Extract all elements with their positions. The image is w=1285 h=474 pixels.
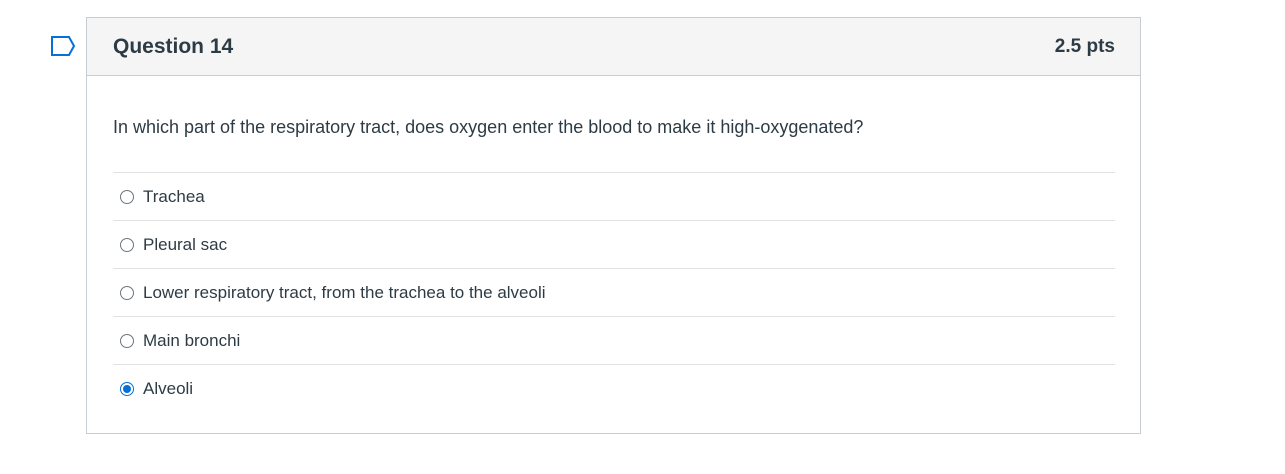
answer-label[interactable]: Lower respiratory tract, from the trache…: [143, 283, 546, 303]
question-text: In which part of the respiratory tract, …: [113, 117, 864, 137]
radio-button[interactable]: [120, 333, 134, 348]
radio-button[interactable]: [120, 381, 134, 396]
answer-label[interactable]: Pleural sac: [143, 235, 227, 255]
answer-option[interactable]: Pleural sac: [113, 220, 1115, 268]
question-points: 2.5 pts: [1054, 35, 1115, 57]
question-header: Question 14 2.5 pts: [87, 18, 1140, 76]
answer-option[interactable]: Main bronchi: [113, 316, 1115, 364]
quiz-page: Question 14 2.5 pts In which part of the…: [0, 0, 1285, 474]
flag-question-icon[interactable]: [50, 35, 76, 57]
answer-option[interactable]: Lower respiratory tract, from the trache…: [113, 268, 1115, 316]
question-body: In which part of the respiratory tract, …: [87, 76, 1140, 412]
answer-label[interactable]: Main bronchi: [143, 331, 240, 351]
answer-label[interactable]: Trachea: [143, 187, 205, 207]
answer-label[interactable]: Alveoli: [143, 379, 193, 399]
question-card: Question 14 2.5 pts In which part of the…: [86, 17, 1141, 434]
answer-option[interactable]: Alveoli: [113, 364, 1115, 412]
answer-option[interactable]: Trachea: [113, 172, 1115, 220]
radio-button[interactable]: [120, 237, 134, 252]
question-title: Question 14: [113, 34, 234, 58]
answer-list: Trachea Pleural sac Lower respiratory tr…: [113, 172, 1115, 412]
radio-button[interactable]: [120, 189, 134, 204]
radio-button[interactable]: [120, 285, 134, 300]
